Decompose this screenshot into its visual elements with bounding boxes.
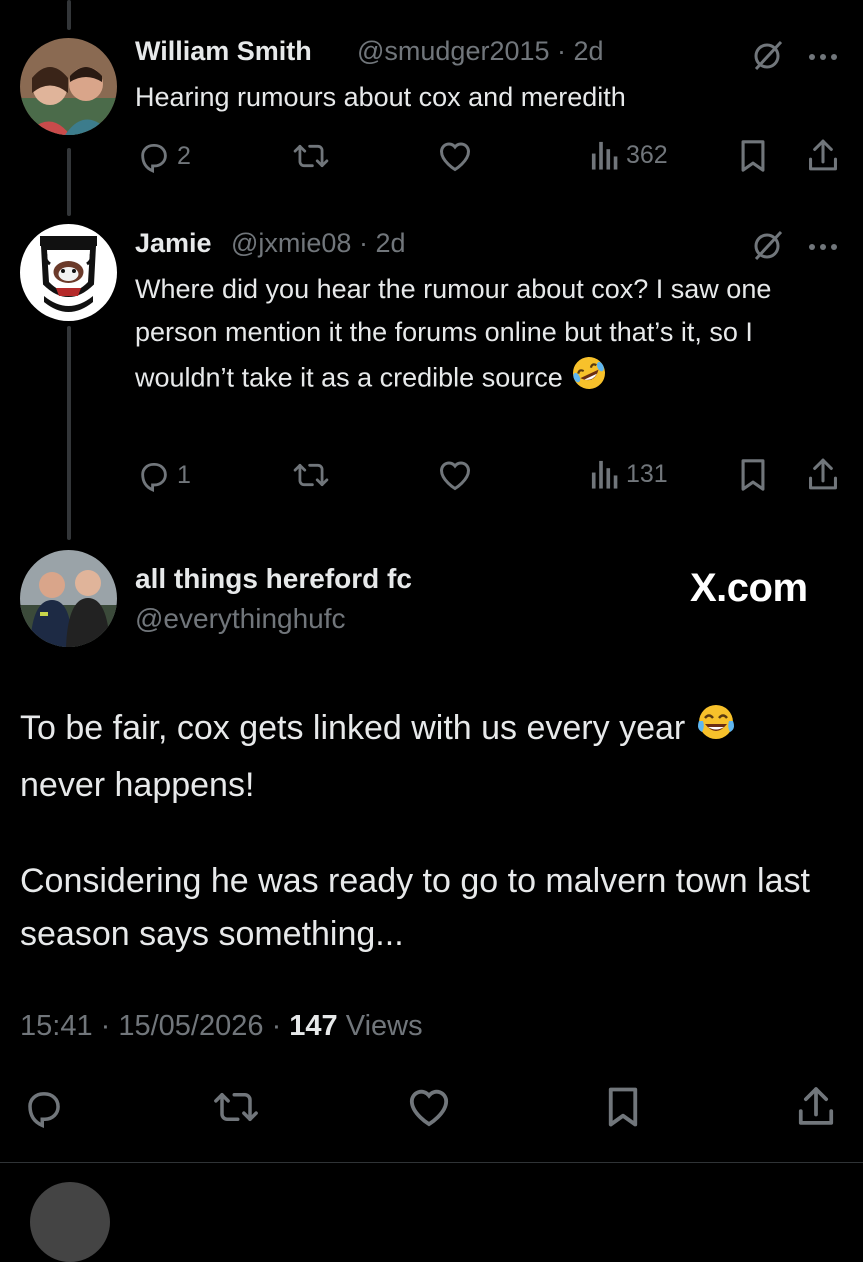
more-icon[interactable]	[808, 48, 838, 66]
like-button[interactable]	[406, 1086, 452, 1128]
share-icon	[809, 139, 837, 171]
views-button[interactable]: 362	[590, 139, 668, 171]
views-button[interactable]: 131	[590, 458, 668, 490]
post-date[interactable]: 15/05/2026	[118, 1010, 263, 1042]
share-icon	[798, 1087, 834, 1125]
separator: ·	[351, 228, 376, 258]
avatar[interactable]	[20, 224, 117, 321]
author-name[interactable]: William Smith	[135, 36, 312, 67]
bookmark-icon	[741, 459, 765, 491]
views-icon	[591, 141, 618, 170]
tweet-text-content: Where did you hear the rumour about cox?…	[135, 274, 772, 393]
rolling-laughing-emoji-icon	[570, 354, 608, 405]
views-count: 362	[626, 140, 668, 169]
reply-count: 1	[177, 460, 191, 489]
tears-of-joy-emoji-icon	[695, 701, 737, 759]
repost-button[interactable]	[293, 139, 329, 173]
repost-icon	[214, 1093, 258, 1121]
repost-icon	[293, 144, 329, 168]
avatar[interactable]	[20, 38, 117, 135]
reply-icon	[28, 1092, 60, 1128]
bookmark-icon	[741, 140, 765, 172]
views-label: Views	[345, 1010, 423, 1042]
reply-icon	[141, 143, 167, 173]
grok-icon[interactable]	[751, 38, 785, 77]
grok-icon[interactable]	[751, 228, 785, 267]
tweet-text-paragraph-2: Considering he was ready to go to malver…	[20, 862, 810, 953]
author-name[interactable]: Jamie	[135, 228, 212, 259]
like-button[interactable]	[437, 458, 473, 492]
reply-button[interactable]: 2	[137, 139, 191, 173]
handle-text[interactable]: @jxmie08	[231, 228, 351, 258]
share-button[interactable]	[795, 1084, 837, 1128]
views-count: 131	[626, 459, 668, 488]
thread-line-top	[67, 0, 71, 30]
share-icon	[809, 458, 837, 490]
tweet-text: Where did you hear the rumour about cox?…	[135, 268, 815, 405]
repost-icon	[293, 463, 329, 487]
more-icon[interactable]	[808, 238, 838, 256]
views-icon	[591, 460, 618, 489]
thread-line-1	[67, 148, 71, 216]
tweet-meta: 15:41 · 15/05/2026 · 147 Views	[20, 1010, 423, 1042]
author-handle[interactable]: @everythinghufc	[135, 603, 346, 635]
separator: ·	[549, 36, 574, 66]
views-count[interactable]: 147	[289, 1010, 337, 1042]
avatar[interactable]	[20, 550, 117, 647]
paragraph-1-end: never happens!	[20, 766, 255, 804]
author-name[interactable]: all things hereford fc	[135, 563, 412, 595]
timestamp[interactable]: 2d	[375, 228, 405, 258]
heart-icon	[439, 461, 471, 491]
reply-count: 2	[177, 141, 191, 170]
paragraph-1-text: To be fair, cox gets linked with us ever…	[20, 708, 686, 747]
repost-button[interactable]	[213, 1086, 259, 1128]
reply-button[interactable]	[22, 1086, 66, 1128]
tweet-text-paragraph-1: To be fair, cox gets linked with us ever…	[20, 701, 830, 812]
thread-line-2	[67, 326, 71, 540]
bookmark-icon	[608, 1087, 638, 1127]
next-tweet-divider	[0, 1162, 863, 1163]
reply-icon	[141, 462, 167, 492]
x-com-watermark: X.com	[690, 566, 808, 610]
post-time[interactable]: 15:41	[20, 1010, 93, 1042]
share-button[interactable]	[806, 456, 840, 492]
bookmark-button[interactable]	[738, 458, 768, 492]
next-avatar[interactable]	[30, 1182, 110, 1262]
bookmark-button[interactable]	[738, 139, 768, 173]
heart-icon	[439, 142, 471, 172]
handle-text[interactable]: @smudger2015	[357, 36, 550, 66]
like-button[interactable]	[437, 139, 473, 173]
tweet-text: Hearing rumours about cox and meredith	[135, 82, 626, 112]
timestamp[interactable]: 2d	[574, 36, 604, 66]
share-button[interactable]	[806, 137, 840, 173]
reply-button[interactable]: 1	[137, 458, 191, 492]
author-handle[interactable]: @smudger2015 · 2d	[357, 36, 604, 67]
author-handle[interactable]: @jxmie08 · 2d	[231, 228, 406, 259]
bookmark-button[interactable]	[605, 1086, 641, 1128]
heart-icon	[409, 1089, 449, 1127]
repost-button[interactable]	[293, 458, 329, 492]
